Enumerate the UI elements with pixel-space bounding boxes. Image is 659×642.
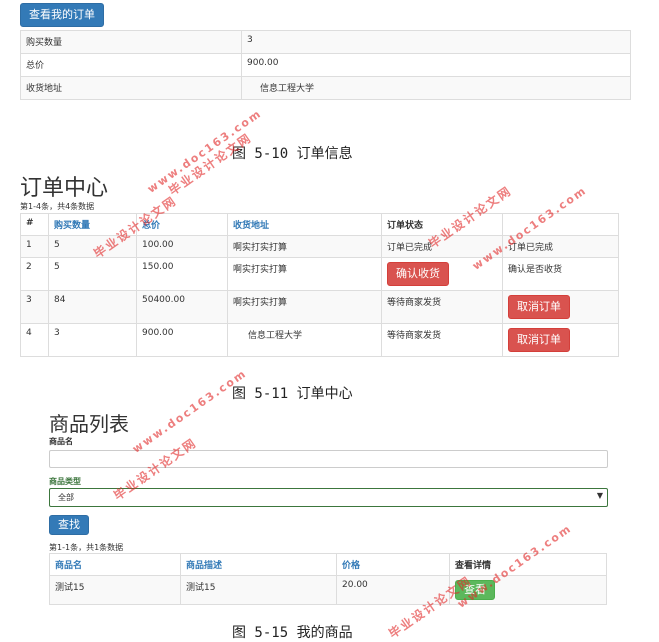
table-row: 3 84 50400.00 啊实打实打算 等待商家发货 取消订单 — [20, 290, 619, 324]
figure-caption: 图 5-11 订单中心 — [232, 386, 353, 402]
cell-total: 900.00 — [136, 323, 228, 357]
product-name-label: 商品名 — [49, 437, 73, 446]
search-button[interactable]: 查找 — [49, 515, 89, 535]
cell-action: 确认是否收货 — [502, 257, 619, 291]
table-row: 收货地址 信息工程大学 — [20, 76, 631, 100]
cell-total: 50400.00 — [136, 290, 228, 324]
row-value: 900.00 — [241, 53, 631, 77]
cell-qty: 3 — [48, 323, 137, 357]
col-header[interactable]: 价格 — [336, 553, 450, 576]
table-row: 总价 900.00 — [20, 53, 631, 77]
figure-caption: 图 5-15 我的商品 — [232, 625, 353, 641]
table-row: 购买数量 3 — [20, 30, 631, 54]
cell-address: 啊实打实打算 — [227, 235, 382, 258]
table-row: 2 5 150.00 啊实打实打算 确认收货 确认是否收货 — [20, 257, 619, 291]
order-count-summary: 第1-4条，共4条数据 — [20, 202, 95, 211]
cell-total: 100.00 — [136, 235, 228, 258]
cell-status: 等待商家发货 — [381, 323, 503, 357]
confirm-receipt-button[interactable]: 确认收货 — [387, 262, 449, 286]
cell-action: 取消订单 — [502, 323, 619, 357]
row-label: 总价 — [20, 53, 242, 77]
col-header[interactable]: 商品名 — [49, 553, 181, 576]
cell-address: 啊实打实打算 — [227, 257, 382, 291]
cell-id: 3 — [20, 290, 49, 324]
col-header[interactable]: 商品描述 — [180, 553, 337, 576]
cell-total: 150.00 — [136, 257, 228, 291]
product-count-summary: 第1-1条，共1条数据 — [49, 543, 124, 552]
cell-name: 测试15 — [49, 575, 181, 605]
row-label: 购买数量 — [20, 30, 242, 54]
cell-action: 取消订单 — [502, 290, 619, 324]
cell-desc: 测试15 — [180, 575, 337, 605]
row-value: 3 — [241, 30, 631, 54]
order-info-table: 购买数量 3 总价 900.00 收货地址 信息工程大学 — [20, 30, 631, 100]
col-header[interactable]: 收货地址 — [227, 213, 382, 236]
cell-address: 啊实打实打算 — [227, 290, 382, 324]
row-value: 信息工程大学 — [241, 76, 631, 100]
order-center-title: 订单中心 — [20, 176, 109, 201]
product-type-label: 商品类型 — [49, 477, 81, 486]
cell-id: 2 — [20, 257, 49, 291]
view-my-orders-button[interactable]: 查看我的订单 — [20, 3, 104, 27]
product-list-title: 商品列表 — [49, 412, 129, 436]
cell-id: 4 — [20, 323, 49, 357]
cell-address: 信息工程大学 — [227, 323, 382, 357]
cell-qty: 84 — [48, 290, 137, 324]
cancel-order-button[interactable]: 取消订单 — [508, 295, 570, 319]
col-header: # — [20, 213, 49, 236]
chevron-down-icon: ▼ — [596, 491, 603, 500]
row-label: 收货地址 — [20, 76, 242, 100]
select-value: 全部 — [58, 493, 74, 502]
table-row: 4 3 900.00 信息工程大学 等待商家发货 取消订单 — [20, 323, 619, 357]
table-row: 测试15 测试15 20.00 查看 — [49, 575, 607, 605]
cancel-order-button[interactable]: 取消订单 — [508, 328, 570, 352]
cell-status: 等待商家发货 — [381, 290, 503, 324]
product-name-input[interactable] — [49, 450, 608, 468]
cell-id: 1 — [20, 235, 49, 258]
cell-qty: 5 — [48, 257, 137, 291]
